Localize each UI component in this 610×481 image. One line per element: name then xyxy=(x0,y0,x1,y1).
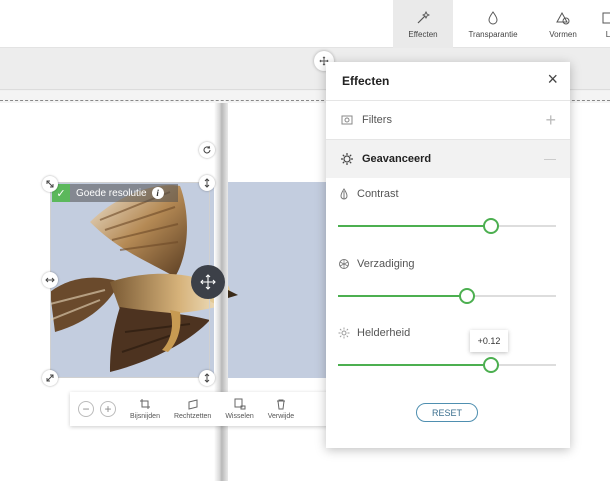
resize-diagonal-icon-2 xyxy=(46,374,54,382)
tab-effects[interactable]: Effecten xyxy=(393,0,453,48)
rotate-handle[interactable] xyxy=(199,142,215,158)
section-filters-label: Filters xyxy=(362,114,392,126)
resize-vertical-icon-2 xyxy=(204,373,210,383)
tab-transparency[interactable]: Transparantie xyxy=(460,0,526,48)
resize-handle-bottom-left[interactable] xyxy=(42,370,58,386)
contrast-fill xyxy=(338,225,491,227)
section-filters[interactable]: Filters + xyxy=(326,101,570,139)
contrast-slider[interactable] xyxy=(338,218,556,234)
filters-icon xyxy=(341,115,353,125)
reset-button[interactable]: RESET xyxy=(416,403,478,422)
resize-handle-top[interactable] xyxy=(199,175,215,191)
effects-panel: Effecten × Filters + Geavanceerd Contras… xyxy=(326,62,570,448)
brightness-label: Helderheid xyxy=(338,327,410,339)
expand-icon: + xyxy=(545,109,556,130)
info-icon[interactable]: i xyxy=(151,187,164,199)
layout-icon xyxy=(602,12,610,23)
droplet-icon xyxy=(488,10,498,24)
wand-icon xyxy=(417,10,431,23)
resize-horizontal-icon xyxy=(45,277,55,283)
section-advanced[interactable]: Geavanceerd xyxy=(326,140,570,178)
saturation-icon xyxy=(339,259,349,269)
move-image-handle[interactable] xyxy=(191,265,225,299)
saturation-label: Verzadiging xyxy=(338,258,415,270)
saturation-text: Verzadiging xyxy=(357,258,415,270)
zoom-out-button[interactable]: − xyxy=(78,401,94,417)
crop-icon xyxy=(139,399,150,409)
brightness-fill xyxy=(338,364,491,366)
brightness-knob[interactable] xyxy=(482,357,499,373)
brightness-icon xyxy=(338,327,350,339)
tab-layout-label: L xyxy=(605,29,610,39)
collapse-icon xyxy=(544,158,556,160)
swap-button[interactable]: Wisselen xyxy=(225,398,254,420)
straighten-label: Rechtzetten xyxy=(173,413,212,420)
contrast-icon xyxy=(340,188,348,200)
tab-effects-label: Effecten xyxy=(408,29,438,39)
straighten-button[interactable]: Rechtzetten xyxy=(174,398,211,420)
image-toolbar: − + Bijsnijden Rechtzetten Wisselen Verw… xyxy=(70,392,340,426)
resize-diagonal-icon xyxy=(46,180,54,188)
move-icon xyxy=(200,274,216,290)
brightness-slider[interactable] xyxy=(338,357,556,373)
saturation-fill xyxy=(338,295,467,297)
crop-label: Bijsnijden xyxy=(130,413,160,420)
contrast-knob[interactable] xyxy=(482,218,499,234)
resize-handle-top-left[interactable] xyxy=(42,176,58,192)
contrast-label: Contrast xyxy=(338,188,399,200)
tab-shapes[interactable]: Vormen xyxy=(535,0,591,48)
brightness-text: Helderheid xyxy=(357,327,411,339)
value-tooltip: +0.12 xyxy=(470,330,508,352)
section-advanced-label: Geavanceerd xyxy=(362,153,432,165)
zoom-in-button[interactable]: + xyxy=(100,401,116,417)
resize-handle-left[interactable] xyxy=(42,272,58,288)
saturation-slider[interactable] xyxy=(338,288,556,304)
resize-handle-bottom[interactable] xyxy=(199,370,215,386)
resolution-badge: ✓ Goede resolutie i xyxy=(52,184,178,202)
contrast-text: Contrast xyxy=(357,188,399,200)
selection-frame xyxy=(50,182,210,378)
tab-layout[interactable]: L xyxy=(598,0,610,48)
close-icon[interactable]: × xyxy=(547,70,558,88)
trash-icon xyxy=(276,399,285,410)
effects-toolbar: Effecten Transparantie Vormen L xyxy=(0,0,610,48)
crop-button[interactable]: Bijsnijden xyxy=(130,398,160,420)
resolution-label: Goede resolutie xyxy=(76,187,147,199)
tab-transparency-label: Transparantie xyxy=(468,29,518,39)
resize-vertical-icon xyxy=(204,178,210,188)
shapes-icon xyxy=(556,11,570,24)
rotate-icon xyxy=(203,145,211,154)
swap-label: Wisselen xyxy=(225,413,254,420)
delete-button[interactable]: Verwijde xyxy=(268,398,294,420)
gear-icon xyxy=(341,153,353,165)
straighten-icon xyxy=(188,399,198,410)
swap-icon xyxy=(234,398,246,410)
saturation-knob[interactable] xyxy=(458,288,475,304)
tab-shapes-label: Vormen xyxy=(549,29,577,39)
panel-title: Effecten xyxy=(342,74,390,88)
delete-label: Verwijde xyxy=(267,413,295,420)
